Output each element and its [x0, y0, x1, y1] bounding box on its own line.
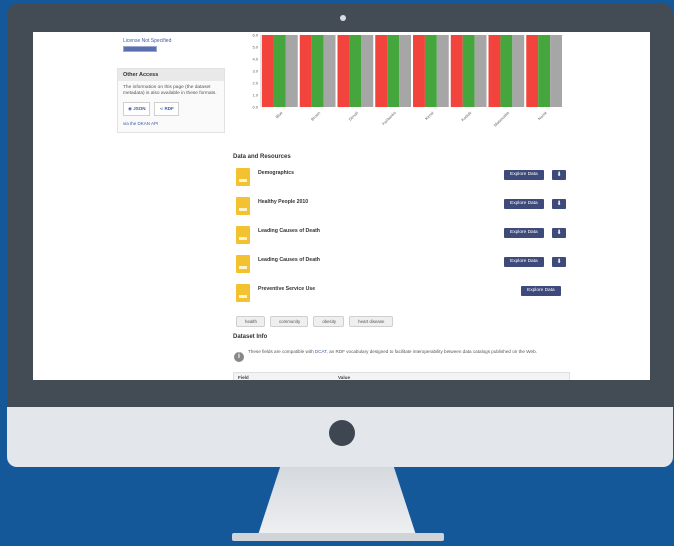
- bar: [262, 35, 274, 107]
- field-column-header: Field: [238, 375, 249, 380]
- resource-item: Healthy People 2010 Explore Data ⬇: [236, 197, 568, 219]
- csv-file-icon: [236, 226, 250, 244]
- bar: [436, 35, 449, 107]
- y-tick-label: 5.0: [252, 45, 258, 50]
- x-tick-label: Blue: [274, 110, 284, 120]
- monitor-base: [232, 533, 444, 541]
- monitor-stand: [258, 467, 416, 535]
- bar: [361, 35, 374, 107]
- bar: [550, 35, 562, 107]
- y-tick-label: 6.0: [252, 33, 258, 38]
- power-button-icon: [329, 420, 355, 446]
- y-tick-label: 1.0: [252, 93, 258, 98]
- download-icon[interactable]: ⬇: [552, 199, 566, 209]
- download-icon[interactable]: ⬇: [552, 228, 566, 238]
- camera-dot: [340, 15, 346, 21]
- x-tick-label: Nome: [537, 110, 549, 122]
- bar: [273, 35, 286, 107]
- resource-item: Preventive Service Use Explore Data: [236, 284, 568, 306]
- resource-item: Leading Causes of Death Explore Data ⬇: [236, 226, 568, 248]
- resource-name[interactable]: Demographics: [258, 170, 294, 176]
- explore-data-button[interactable]: Explore Data: [504, 228, 544, 238]
- json-format-button[interactable]: ◉ JSON: [123, 102, 151, 116]
- csv-file-icon: [236, 284, 250, 302]
- other-access-text: The information on this page (the datase…: [123, 85, 217, 96]
- download-icon[interactable]: ⬇: [552, 170, 566, 180]
- bar: [500, 35, 513, 107]
- bar: [285, 35, 298, 107]
- download-icon[interactable]: ⬇: [552, 257, 566, 267]
- bar-chart: 0.0 1.0 2.0 3.0 4.0 5.0 6.0 Blue Brown Denali Fair…: [252, 33, 562, 128]
- bar: [375, 35, 388, 107]
- explore-data-button[interactable]: Explore Data: [504, 170, 544, 180]
- bar: [337, 35, 350, 107]
- resource-item: Leading Causes of Death Explore Data ⬇: [236, 255, 568, 277]
- tag[interactable]: health: [236, 316, 265, 327]
- bar: [526, 35, 539, 107]
- csv-file-icon: [236, 168, 250, 186]
- sidebar: License Not Specified Other Access The i…: [117, 32, 225, 133]
- resource-name[interactable]: Healthy People 2010: [258, 199, 308, 205]
- dataset-info-title: Dataset Info: [233, 334, 268, 340]
- license-link[interactable]: License Not Specified: [123, 38, 219, 44]
- bar: [349, 35, 362, 107]
- x-tick-label: Kodiak: [460, 110, 472, 122]
- dataset-info-table-header: Field Value: [233, 372, 570, 380]
- bar: [450, 35, 463, 107]
- x-tick-label: Denali: [348, 110, 360, 122]
- explore-data-button[interactable]: Explore Data: [521, 286, 561, 296]
- bar: [387, 35, 400, 107]
- bar: [323, 35, 336, 107]
- bar: [462, 35, 475, 107]
- resource-item: Demographics Explore Data ⬇: [236, 168, 568, 190]
- tag-list: health community obesity heart disease: [236, 316, 393, 327]
- bar: [512, 35, 525, 107]
- dcat-link[interactable]: DCAT: [315, 349, 327, 354]
- format-buttons: ◉ JSON ⋖ RDF: [118, 99, 224, 119]
- tag[interactable]: community: [269, 316, 309, 327]
- y-tick-label: 0.0: [252, 105, 258, 110]
- screen: License Not Specified Other Access The i…: [33, 32, 650, 380]
- tag[interactable]: obesity: [313, 316, 345, 327]
- bar: [488, 35, 501, 107]
- x-tick-label: Matanuska: [493, 110, 511, 128]
- value-column-header: Value: [338, 375, 351, 380]
- x-tick-label: Fairbanks: [381, 110, 397, 126]
- tag[interactable]: heart disease: [349, 316, 393, 327]
- resources-title: Data and Resources: [233, 154, 291, 160]
- api-link[interactable]: via the DKAN API: [118, 119, 224, 132]
- x-tick-label: Brown: [310, 110, 322, 122]
- bar: [424, 35, 437, 107]
- bar: [399, 35, 411, 107]
- y-tick-label: 3.0: [252, 69, 258, 74]
- bar: [311, 35, 324, 107]
- y-tick-label: 2.0: [252, 81, 258, 86]
- rdf-format-button[interactable]: ⋖ RDF: [154, 102, 179, 116]
- resource-name[interactable]: Preventive Service Use: [258, 286, 315, 292]
- resource-name[interactable]: Leading Causes of Death: [258, 257, 320, 263]
- bar: [538, 35, 551, 107]
- explore-data-button[interactable]: Explore Data: [504, 257, 544, 267]
- other-access-title: Other Access: [118, 69, 224, 81]
- csv-file-icon: [236, 197, 250, 215]
- resource-name[interactable]: Leading Causes of Death: [258, 228, 320, 234]
- other-access-box: Other Access The information on this pag…: [117, 68, 225, 133]
- y-tick-label: 4.0: [252, 57, 258, 62]
- license-badge: [123, 46, 157, 52]
- explore-data-button[interactable]: Explore Data: [504, 199, 544, 209]
- x-tick-label: Kenai: [424, 110, 435, 121]
- info-icon: i: [234, 352, 244, 362]
- dataset-info-note: These fields are compatible with DCAT, a…: [248, 349, 537, 354]
- csv-file-icon: [236, 255, 250, 273]
- bar: [413, 35, 425, 107]
- bar: [299, 35, 312, 107]
- bar: [474, 35, 487, 107]
